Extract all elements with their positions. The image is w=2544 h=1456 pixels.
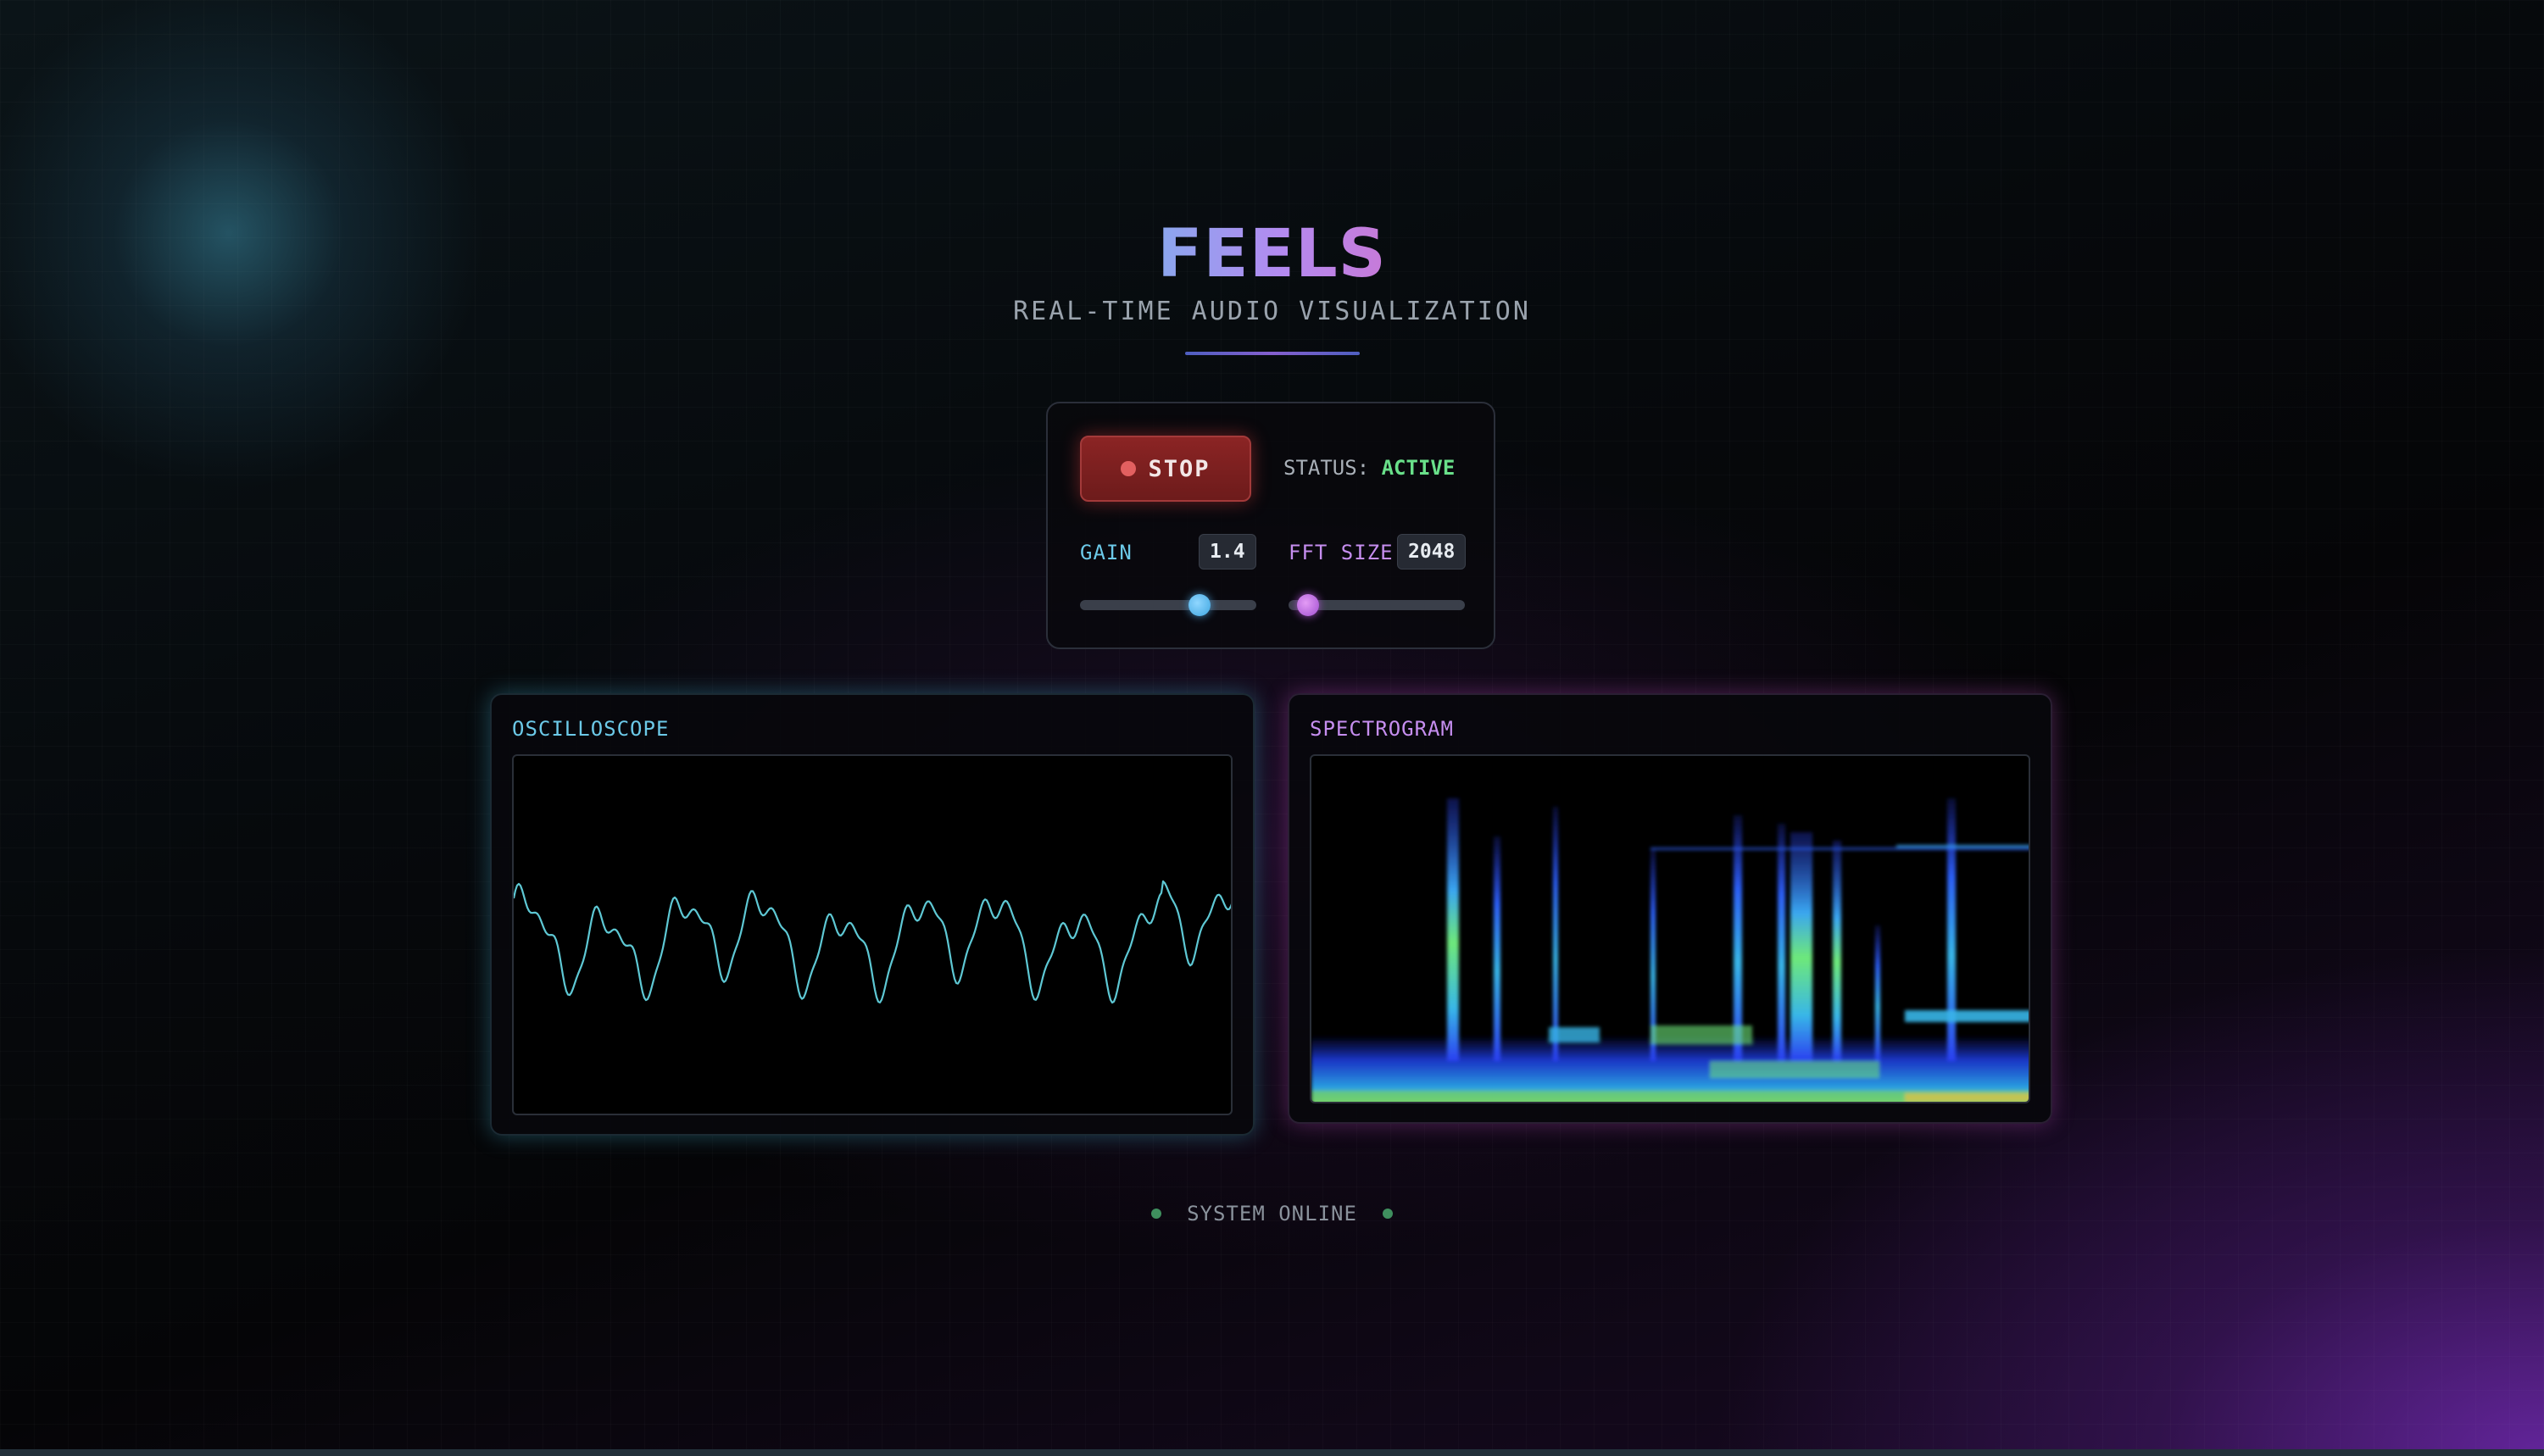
- gain-slider[interactable]: [1080, 594, 1256, 616]
- oscilloscope-label: OSCILLOSCOPE: [512, 717, 670, 741]
- app-title: FEELS: [1157, 212, 1387, 297]
- oscilloscope-waveform: [514, 880, 1231, 1004]
- header: FEELS REAL-TIME AUDIO VISUALIZATION: [0, 212, 2544, 355]
- status-label: STATUS:: [1283, 456, 1370, 480]
- spectrogram-panel: SPECTROGRAM: [1288, 693, 2052, 1124]
- stop-button-label: STOP: [1148, 455, 1211, 482]
- control-panel: STOP STATUS: ACTIVE GAIN 1.4 FFT SIZE 20…: [1046, 402, 1495, 649]
- online-indicator-right-icon: [1382, 1209, 1393, 1219]
- online-indicator-left-icon: [1151, 1209, 1162, 1219]
- fft-size-slider[interactable]: [1289, 594, 1465, 616]
- app-subtitle: REAL-TIME AUDIO VISUALIZATION: [1013, 297, 1531, 326]
- stop-button[interactable]: STOP: [1080, 436, 1251, 502]
- header-divider: [1184, 352, 1360, 355]
- footer-status: SYSTEM ONLINE: [0, 1202, 2544, 1225]
- record-indicator-icon: [1121, 461, 1137, 476]
- system-status-text: SYSTEM ONLINE: [1187, 1202, 1357, 1225]
- gain-value: 1.4: [1199, 534, 1256, 570]
- gain-label: GAIN: [1080, 541, 1133, 564]
- spectrogram-screen: [1310, 754, 2030, 1103]
- fft-size-label: FFT SIZE: [1289, 541, 1394, 564]
- status-indicator: STATUS: ACTIVE: [1283, 456, 1455, 480]
- status-value: ACTIVE: [1381, 456, 1456, 480]
- gain-slider-thumb[interactable]: [1188, 594, 1211, 616]
- oscilloscope-panel: OSCILLOSCOPE: [490, 693, 1255, 1136]
- bottom-edge: [0, 1449, 2544, 1456]
- fft-size-slider-thumb[interactable]: [1296, 594, 1319, 616]
- spectrogram-label: SPECTROGRAM: [1310, 717, 1454, 741]
- oscilloscope-screen: [512, 754, 1233, 1115]
- spectrogram-image: [1311, 798, 2029, 1102]
- fft-size-value: 2048: [1397, 534, 1467, 570]
